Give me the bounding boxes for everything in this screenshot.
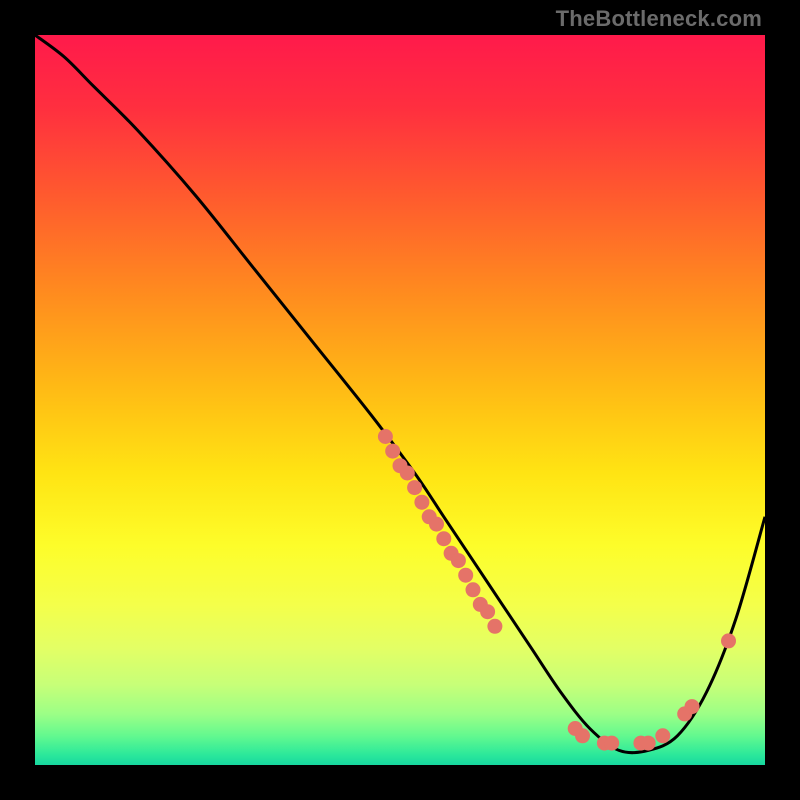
data-point bbox=[385, 444, 400, 459]
data-point bbox=[604, 736, 619, 751]
watermark-text: TheBottleneck.com bbox=[556, 6, 762, 32]
data-point bbox=[451, 553, 466, 568]
data-point bbox=[458, 568, 473, 583]
data-point bbox=[378, 429, 393, 444]
scatter-points bbox=[378, 429, 736, 751]
data-point bbox=[641, 736, 656, 751]
bottleneck-curve bbox=[35, 35, 765, 753]
data-point bbox=[721, 633, 736, 648]
curve-layer bbox=[35, 35, 765, 765]
data-point bbox=[480, 604, 495, 619]
data-point bbox=[466, 582, 481, 597]
data-point bbox=[685, 699, 700, 714]
data-point bbox=[655, 728, 670, 743]
data-point bbox=[436, 531, 451, 546]
data-point bbox=[407, 480, 422, 495]
data-point bbox=[429, 517, 444, 532]
data-point bbox=[400, 466, 415, 481]
chart-frame: TheBottleneck.com bbox=[0, 0, 800, 800]
data-point bbox=[414, 495, 429, 510]
data-point bbox=[575, 728, 590, 743]
plot-area bbox=[35, 35, 765, 765]
data-point bbox=[487, 619, 502, 634]
